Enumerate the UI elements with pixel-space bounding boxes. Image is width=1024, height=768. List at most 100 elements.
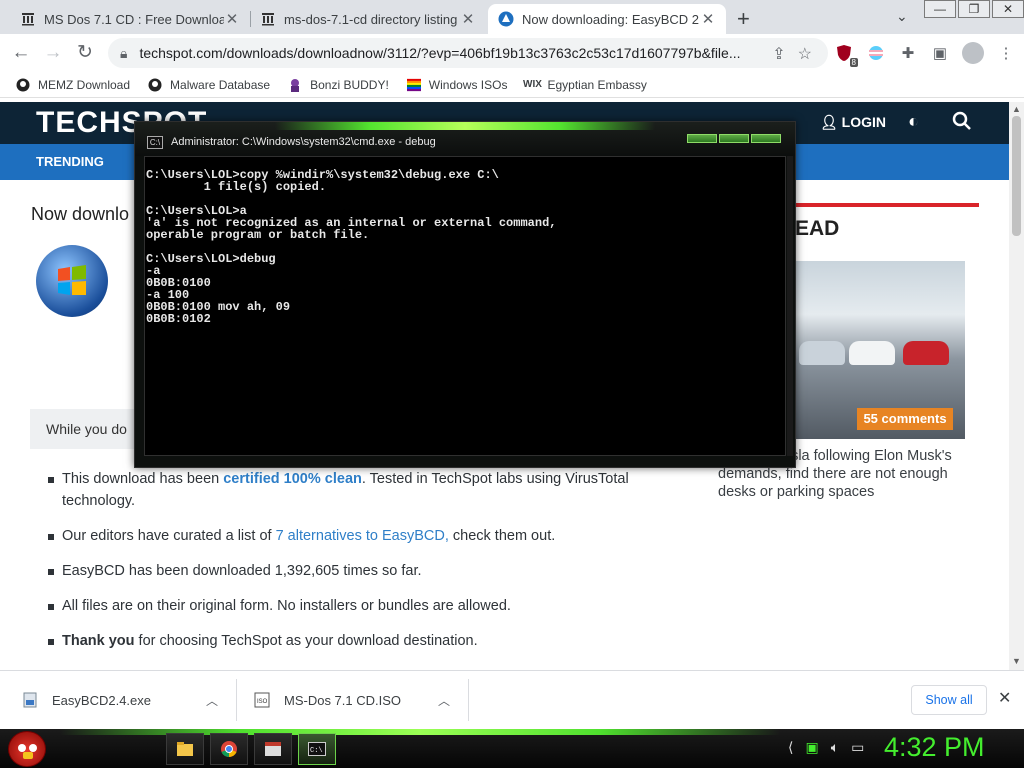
extension-icons: 8 ✚ ▣ ⋮ — [834, 42, 1016, 67]
address-bar[interactable]: 🔒︎ techspot.com/downloads/downloadnow/31… — [108, 38, 828, 68]
bookmarks-bar: MEMZ Download Malware Database Bonzi BUD… — [0, 72, 1024, 98]
start-button-angry-bird-icon[interactable] — [8, 731, 46, 767]
divider — [468, 679, 469, 721]
tab-ms-dos-download[interactable]: MS Dos 7.1 CD : Free Download, ✕ — [10, 4, 250, 34]
titlebar-glow — [275, 122, 655, 130]
cmd-taskbar-icon[interactable]: C:\ — [298, 733, 336, 765]
download-item-msdos-iso[interactable]: ISO MS-Dos 7.1 CD.ISO ︿ — [254, 671, 464, 729]
page-scrollbar[interactable]: ▲ ▼ — [1009, 102, 1024, 670]
tab-strip: MS Dos 7.1 CD : Free Download, ✕ ms-dos-… — [0, 0, 1024, 34]
new-tab-button[interactable]: + — [737, 6, 750, 32]
chevron-up-icon[interactable]: ︿ — [438, 692, 450, 709]
forward-arrow-icon[interactable]: → — [40, 40, 66, 66]
bullet-text: check them out. — [448, 528, 556, 544]
scroll-down-icon[interactable]: ▼ — [1011, 656, 1022, 666]
bookmark-windows-isos[interactable]: Windows ISOs — [406, 77, 508, 92]
notification-icon[interactable]: ▭ — [851, 739, 864, 756]
cmd-console[interactable]: C:\Users\LOL>copy %windir%\system32\debu… — [144, 156, 786, 456]
tab-now-downloading[interactable]: Now downloading: EasyBCD 2.4.0 ✕ — [488, 4, 726, 34]
comments-badge[interactable]: 55 comments — [857, 408, 953, 430]
car-shape — [849, 341, 895, 365]
cmd-titlebar[interactable]: C:\ Administrator: C:\Windows\system32\c… — [135, 122, 795, 156]
bullet-text: Our editors have curated a list of — [62, 528, 276, 544]
list-item: Thank you for choosing TechSpot as your … — [46, 630, 676, 652]
ublock-shield-icon[interactable]: 8 — [834, 43, 858, 67]
network-icon[interactable]: ▣ — [805, 739, 818, 756]
bookmark-bonzi-buddy[interactable]: Bonzi BUDDY! — [288, 78, 389, 92]
sidebar-heading: EAD — [795, 217, 840, 240]
side-panel-icon[interactable]: ▣ — [930, 43, 950, 63]
list-item: This download has been certified 100% cl… — [46, 468, 676, 512]
close-window-icon[interactable]: ✕ — [992, 0, 1024, 18]
cmd-title: Administrator: C:\Windows\system32\cmd.e… — [171, 136, 436, 148]
bullet-text: EasyBCD has been downloaded 1,392,605 ti… — [62, 563, 422, 579]
login-label: LOGIN — [841, 114, 887, 130]
bookmark-label: Windows ISOs — [428, 77, 508, 92]
cmd-icon: C:\ — [147, 136, 163, 149]
file-explorer-icon[interactable] — [166, 733, 204, 765]
car-shape — [903, 341, 949, 365]
tab-close-icon[interactable]: ✕ — [700, 10, 716, 28]
cmd-window[interactable]: C:\ Administrator: C:\Windows\system32\c… — [134, 121, 796, 468]
show-all-button[interactable]: Show all — [911, 685, 987, 715]
car-shape — [799, 341, 845, 365]
sidebar-accent-bar — [795, 203, 979, 207]
minimize-icon[interactable]: — — [924, 0, 956, 18]
browser-toolbar: ← → ↻ 🔒︎ techspot.com/downloads/download… — [0, 34, 1024, 72]
omnibox-actions: ⇪ ☆ — [772, 44, 812, 64]
profile-avatar-icon[interactable] — [962, 42, 984, 64]
search-icon[interactable] — [952, 111, 972, 136]
tab-search-chevron-icon[interactable]: ⌄ — [896, 8, 908, 25]
window-controls: — ❐ ✕ — [922, 0, 1024, 20]
archive-org-icon — [260, 11, 276, 27]
app-window-icon[interactable] — [254, 733, 292, 765]
reload-icon[interactable]: ↻ — [72, 40, 98, 66]
chevron-up-icon[interactable]: ︿ — [206, 692, 218, 709]
rainbow-flag-icon — [406, 78, 421, 92]
close-download-shelf-icon[interactable]: ✕ — [998, 688, 1011, 708]
download-shelf: EasyBCD2.4.exe ︿ ISO MS-Dos 7.1 CD.ISO ︿… — [0, 670, 1024, 729]
list-item: All files are on their original form. No… — [46, 595, 676, 617]
cmd-minimize-icon[interactable] — [687, 134, 717, 143]
volume-icon[interactable]: 🔈︎ — [831, 739, 839, 756]
certified-clean-link[interactable]: certified 100% clean — [223, 471, 362, 487]
list-item: EasyBCD has been downloaded 1,392,605 ti… — [46, 560, 676, 582]
bookmark-label: Bonzi BUDDY! — [310, 77, 389, 92]
more-menu-icon[interactable]: ⋮ — [996, 43, 1016, 63]
scroll-up-icon[interactable]: ▲ — [1011, 104, 1022, 114]
bookmark-star-icon[interactable]: ☆ — [798, 44, 812, 64]
bullet-text: This download has been — [62, 471, 224, 487]
bullet-bold-text: Thank you — [62, 633, 135, 649]
theme-toggle-icon[interactable]: ◐ — [908, 111, 919, 132]
pride-extension-icon[interactable] — [866, 43, 886, 63]
login-button[interactable]: 👤︎ LOGIN — [820, 114, 886, 131]
archive-org-icon — [20, 11, 36, 27]
taskbar-clock[interactable]: 4:32 PM — [884, 732, 985, 763]
tab-close-icon[interactable]: ✕ — [460, 10, 476, 28]
tab-title: ms-dos-7.1-cd directory listing — [284, 11, 458, 27]
tab-title: MS Dos 7.1 CD : Free Download, — [44, 11, 224, 27]
bookmark-memz-download[interactable]: MEMZ Download — [16, 78, 130, 92]
tab-close-icon[interactable]: ✕ — [224, 10, 240, 28]
download-item-easybcd[interactable]: EasyBCD2.4.exe ︿ — [22, 671, 232, 729]
show-hidden-icons-icon[interactable]: ⟨ — [788, 739, 793, 756]
techspot-favicon-icon — [498, 11, 514, 27]
taskbar: C:\ ⟨ ▣ 🔈︎ ▭ 4:32 PM — [0, 729, 1024, 768]
cmd-close-icon[interactable] — [751, 134, 781, 143]
cmd-scrollbar[interactable] — [787, 156, 793, 456]
cmd-output: C:\Users\LOL>copy %windir%\system32\debu… — [146, 168, 557, 326]
scrollbar-thumb[interactable] — [1012, 116, 1021, 236]
nav-trending[interactable]: TRENDING — [36, 154, 104, 169]
bookmark-malware-database[interactable]: Malware Database — [148, 78, 270, 92]
chrome-icon[interactable] — [210, 733, 248, 765]
alternatives-link[interactable]: 7 alternatives to EasyBCD, — [276, 528, 449, 544]
bookmark-egyptian-embassy[interactable]: WIX Egyptian Embassy — [523, 78, 647, 92]
tab-directory-listing[interactable]: ms-dos-7.1-cd directory listing ✕ — [250, 4, 486, 34]
extension-badge: 8 — [849, 58, 858, 67]
back-arrow-icon[interactable]: ← — [8, 40, 34, 66]
puzzle-extensions-icon[interactable]: ✚ — [898, 43, 918, 63]
share-icon[interactable]: ⇪ — [772, 44, 785, 64]
cmd-maximize-icon[interactable] — [719, 134, 749, 143]
address-url: techspot.com/downloads/downloadnow/3112/… — [139, 45, 741, 61]
maximize-icon[interactable]: ❐ — [958, 0, 990, 18]
